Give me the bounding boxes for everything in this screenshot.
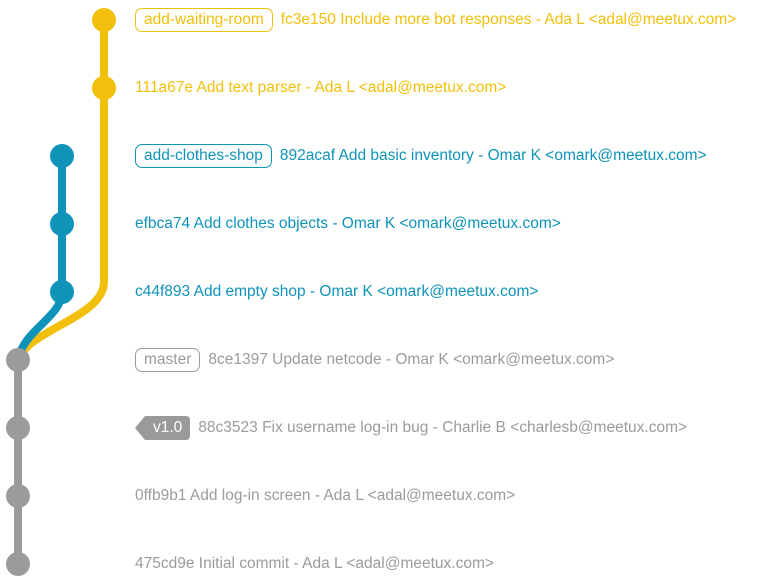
commit-message: 892acaf Add basic inventory - Omar K <om…: [279, 147, 707, 164]
commit-message: 0ffb9b1 Add log-in screen - Ada L <adal@…: [135, 487, 516, 504]
commit-message: 88c3523 Fix username log-in bug - Charli…: [198, 419, 688, 436]
commit-node: [50, 280, 74, 304]
branch-label[interactable]: add-waiting-room: [135, 8, 273, 32]
commit-node: [50, 144, 74, 168]
commit-row[interactable]: 475cd9e Initial commit - Ada L <adal@mee…: [135, 551, 494, 577]
commit-node: [6, 348, 30, 372]
commit-node: [92, 76, 116, 100]
branch-label[interactable]: add-clothes-shop: [135, 144, 272, 168]
commit-node: [6, 416, 30, 440]
commit-row[interactable]: add-waiting-room fc3e150 Include more bot…: [135, 7, 736, 33]
commit-node: [50, 212, 74, 236]
commit-message: efbca74 Add clothes objects - Omar K <om…: [135, 215, 561, 232]
commit-row[interactable]: v1.0 88c3523 Fix username log-in bug - Ch…: [134, 415, 688, 441]
commit-row[interactable]: 0ffb9b1 Add log-in screen - Ada L <adal@…: [135, 483, 515, 509]
commit-message: c44f893 Add empty shop - Omar K <omark@m…: [135, 283, 539, 300]
commit-node: [6, 484, 30, 508]
commit-row[interactable]: 111a67e Add text parser - Ada L <adal@me…: [135, 75, 506, 101]
commit-row[interactable]: add-clothes-shop 892acaf Add basic invent…: [135, 143, 707, 169]
commit-message: 8ce1397 Update netcode - Omar K <omark@m…: [208, 351, 615, 368]
commit-node: [6, 552, 30, 576]
commit-message: fc3e150 Include more bot responses - Ada…: [280, 11, 737, 28]
commit-message: 475cd9e Initial commit - Ada L <adal@mee…: [135, 555, 494, 572]
commit-row[interactable]: c44f893 Add empty shop - Omar K <omark@m…: [135, 279, 538, 305]
tag-label[interactable]: v1.0: [134, 416, 191, 440]
branch-label[interactable]: master: [135, 348, 201, 372]
commit-message: 111a67e Add text parser - Ada L <adal@me…: [135, 79, 507, 96]
commit-row[interactable]: efbca74 Add clothes objects - Omar K <om…: [135, 211, 561, 237]
commit-row[interactable]: master 8ce1397 Update netcode - Omar K <o…: [135, 347, 614, 373]
commit-node: [92, 8, 116, 32]
